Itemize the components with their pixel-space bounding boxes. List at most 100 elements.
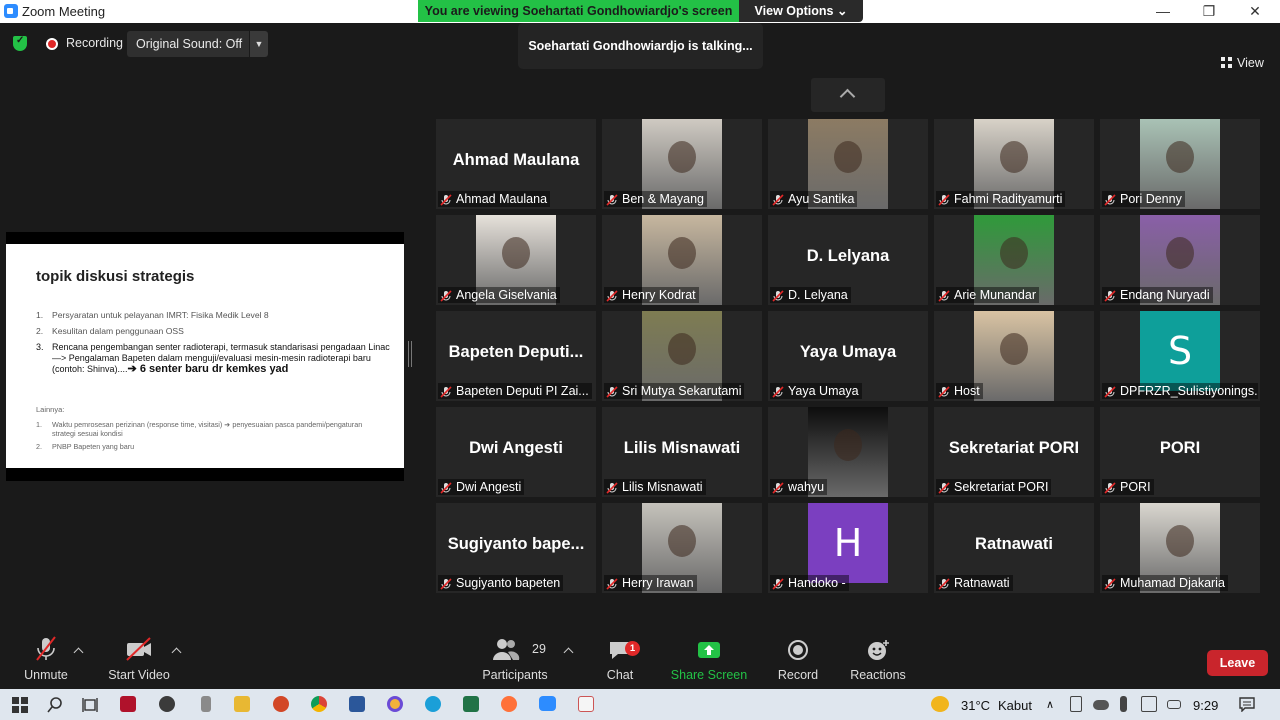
participant-tile[interactable]: H Handoko -: [768, 503, 928, 593]
clock-text[interactable]: 9:29: [1193, 698, 1218, 713]
participant-tile[interactable]: Sekretariat PORI Sekretariat PORI: [934, 407, 1094, 497]
app-icon-4[interactable]: [387, 696, 403, 712]
slide-item-number: 3.: [36, 342, 44, 352]
participant-tile[interactable]: Fahmi Radityamurti: [934, 119, 1094, 209]
participants-button[interactable]: 29 Participants: [480, 634, 550, 682]
tray-icon-1[interactable]: [1070, 696, 1082, 712]
app-icon-2[interactable]: [159, 696, 175, 712]
participant-tile[interactable]: Muhamad Djakaria: [1100, 503, 1260, 593]
tray-chevron-icon[interactable]: ∧: [1046, 698, 1054, 711]
security-shield-icon[interactable]: [13, 35, 27, 51]
zoom-taskbar-icon[interactable]: [539, 696, 556, 711]
view-label: View: [1237, 56, 1264, 70]
unmute-button[interactable]: Unmute: [20, 634, 72, 682]
participant-silhouette: [1000, 141, 1028, 173]
participant-tile[interactable]: wahyu: [768, 407, 928, 497]
muted-mic-icon: [606, 193, 618, 206]
participant-name-label: Sekretariat PORI: [936, 479, 1052, 495]
start-video-button[interactable]: Start Video: [104, 634, 174, 682]
muted-mic-icon: [772, 289, 784, 302]
split-resize-handle[interactable]: [408, 341, 412, 367]
chrome-icon[interactable]: [311, 696, 327, 712]
participant-silhouette: [1166, 237, 1194, 269]
muted-mic-icon: [440, 481, 452, 494]
app-icon-5[interactable]: [578, 696, 594, 712]
edge-icon[interactable]: [425, 696, 441, 712]
firefox-icon[interactable]: [501, 696, 517, 712]
reactions-icon: [868, 640, 889, 660]
participant-tile[interactable]: Angela Giselvania: [436, 215, 596, 305]
muted-mic-icon: [606, 577, 618, 590]
participant-avatar: H: [808, 503, 888, 583]
slide-item-number: 1.: [36, 310, 44, 320]
microphone-tray-icon[interactable]: [1120, 696, 1127, 712]
participant-name-label: Henry Kodrat: [604, 287, 699, 303]
participant-silhouette: [834, 141, 862, 173]
muted-mic-icon: [772, 481, 784, 494]
muted-mic-icon: [1104, 577, 1116, 590]
muted-mic-icon: [1104, 289, 1116, 302]
share-screen-button[interactable]: Share Screen: [670, 634, 748, 682]
word-icon[interactable]: [349, 696, 365, 712]
participant-tile[interactable]: Sri Mutya Sekarutami: [602, 311, 762, 401]
grid-view-icon: [1221, 57, 1232, 68]
view-options-button[interactable]: View Options ⌄: [739, 0, 863, 22]
slide-subitem-text: Waktu pemrosesan perizinan (response tim…: [52, 420, 363, 438]
participant-tile[interactable]: Ayu Santika: [768, 119, 928, 209]
participant-tile[interactable]: Ahmad Maulana Ahmad Maulana: [436, 119, 596, 209]
participant-tile[interactable]: Dwi Angesti Dwi Angesti: [436, 407, 596, 497]
app-icon-3[interactable]: [201, 696, 211, 712]
leave-button[interactable]: Leave: [1207, 650, 1268, 676]
windows-start-icon[interactable]: [12, 697, 28, 713]
participant-silhouette: [668, 333, 696, 365]
participant-gallery: Ahmad Maulana Ahmad Maulana Ben & Mayang Ay…: [436, 119, 1260, 595]
audio-options-caret-icon[interactable]: [73, 647, 84, 658]
restore-button[interactable]: ❐: [1186, 1, 1232, 21]
gallery-page-up-button[interactable]: [811, 78, 885, 112]
participant-tile[interactable]: Herry Irawan: [602, 503, 762, 593]
participant-display-name: Bapeten Deputi...: [448, 343, 584, 361]
participant-tile[interactable]: Ratnawati Ratnawati: [934, 503, 1094, 593]
reactions-button[interactable]: Reactions: [849, 634, 907, 682]
record-label: Record: [777, 668, 819, 682]
muted-mic-icon: [938, 193, 950, 206]
reactions-label: Reactions: [850, 668, 906, 682]
search-icon[interactable]: [47, 697, 63, 713]
chat-label: Chat: [606, 668, 634, 682]
onedrive-icon[interactable]: [1093, 700, 1109, 710]
battery-icon[interactable]: [1167, 700, 1181, 709]
original-sound-dropdown[interactable]: ▼: [250, 31, 268, 57]
window-title: Zoom Meeting: [22, 4, 106, 19]
participant-tile[interactable]: Yaya Umaya Yaya Umaya: [768, 311, 928, 401]
participant-tile[interactable]: S DPFRZR_Sulistiyonings...: [1100, 311, 1260, 401]
original-sound-button[interactable]: Original Sound: Off: [127, 31, 249, 57]
record-button[interactable]: Record: [775, 634, 821, 682]
participant-tile[interactable]: PORI PORI: [1100, 407, 1260, 497]
participant-tile[interactable]: Host: [934, 311, 1094, 401]
minimize-button[interactable]: —: [1140, 1, 1186, 21]
app-icon-1[interactable]: [120, 696, 136, 712]
meeting-toolbar: Unmute Start Video 29 Participants Chat …: [0, 634, 1280, 688]
participant-tile[interactable]: Henry Kodrat: [602, 215, 762, 305]
close-button[interactable]: ✕: [1232, 1, 1278, 21]
network-icon[interactable]: [1141, 696, 1157, 712]
excel-icon[interactable]: [463, 696, 479, 712]
participant-tile[interactable]: Endang Nuryadi: [1100, 215, 1260, 305]
muted-mic-icon: [938, 385, 950, 398]
view-button[interactable]: View: [1221, 56, 1264, 70]
muted-mic-icon: [36, 636, 56, 661]
powerpoint-icon[interactable]: [273, 696, 289, 712]
participant-tile[interactable]: Pori Denny: [1100, 119, 1260, 209]
task-view-icon[interactable]: [82, 697, 98, 713]
active-speaker-notice: Soehartati Gondhowiardjo is talking...: [518, 23, 763, 69]
file-explorer-icon[interactable]: [234, 696, 250, 712]
participant-tile[interactable]: Arie Munandar: [934, 215, 1094, 305]
participant-tile[interactable]: Sugiyanto bape... Sugiyanto bapeten: [436, 503, 596, 593]
notification-center-icon[interactable]: [1239, 696, 1255, 712]
participants-caret-icon[interactable]: [563, 647, 574, 658]
participant-tile[interactable]: Ben & Mayang: [602, 119, 762, 209]
participant-tile[interactable]: Lilis Misnawati Lilis Misnawati: [602, 407, 762, 497]
participant-tile[interactable]: Bapeten Deputi... Bapeten Deputi PI Zai..…: [436, 311, 596, 401]
recording-label: Recording: [66, 36, 123, 50]
participant-tile[interactable]: D. Lelyana D. Lelyana: [768, 215, 928, 305]
